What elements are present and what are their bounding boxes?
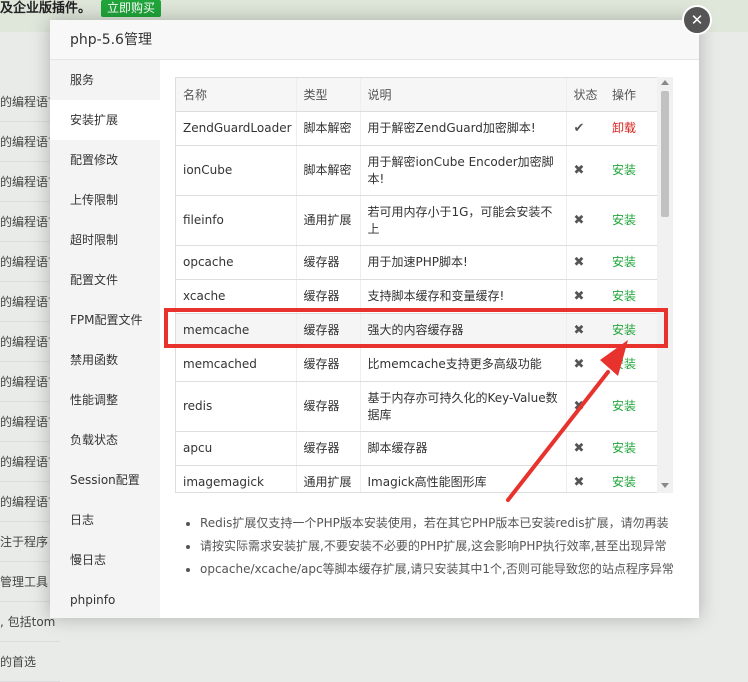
- annotation-arrow-icon: [506, 340, 628, 502]
- background-row: 的首选: [0, 642, 60, 682]
